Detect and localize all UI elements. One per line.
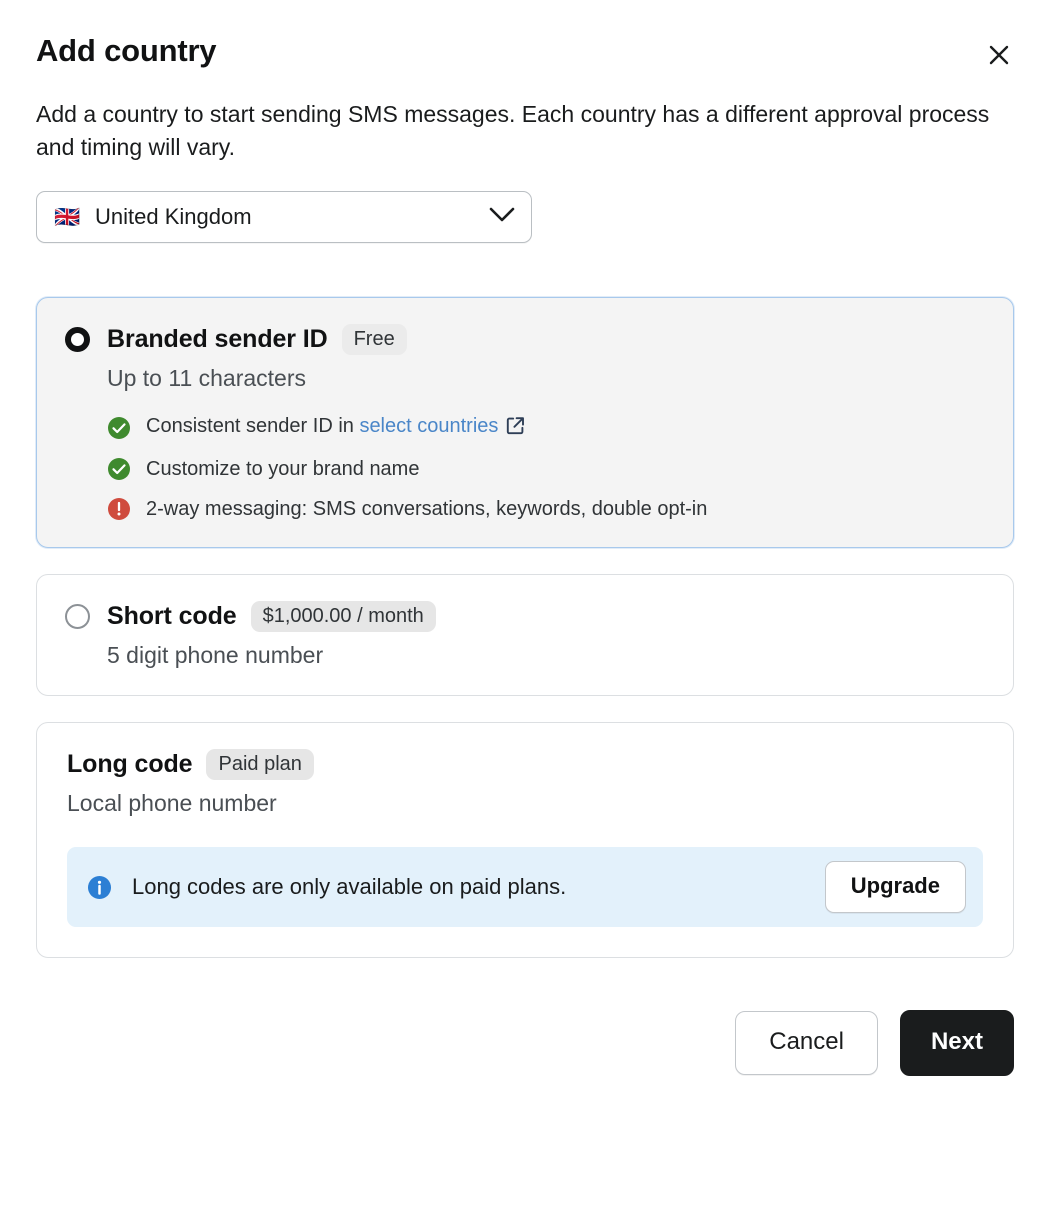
option-title: Branded sender ID bbox=[107, 325, 328, 354]
list-item: 2-way messaging: SMS conversations, keyw… bbox=[107, 497, 985, 521]
check-circle-icon bbox=[107, 457, 131, 481]
option-badge: Free bbox=[341, 324, 407, 356]
page-title: Add country bbox=[36, 33, 217, 68]
united-kingdom-flag-icon: 🇬🇧 bbox=[54, 205, 81, 229]
country-select[interactable]: 🇬🇧 United Kingdom bbox=[36, 191, 532, 244]
modal-description: Add a country to start sending SMS messa… bbox=[36, 101, 990, 160]
radio-short-code[interactable] bbox=[65, 604, 90, 630]
feature-text: Customize to your brand name bbox=[146, 458, 420, 481]
feature-list: Consistent sender ID in select countries bbox=[107, 414, 985, 521]
alert-circle-icon bbox=[107, 497, 131, 521]
check-circle-icon bbox=[107, 416, 131, 440]
modal-header: Add country bbox=[36, 33, 1016, 72]
option-subtitle: Local phone number bbox=[67, 790, 277, 817]
list-item: Customize to your brand name bbox=[107, 457, 985, 481]
option-title: Short code bbox=[107, 602, 237, 631]
option-subtitle: 5 digit phone number bbox=[107, 642, 324, 669]
add-country-modal: Add country Add a country to start sendi… bbox=[0, 0, 1050, 1224]
feature-text: Consistent sender ID in select countries bbox=[146, 414, 525, 441]
option-badge: Paid plan bbox=[206, 749, 314, 781]
chevron-down-icon bbox=[489, 207, 515, 228]
feature-text: 2-way messaging: SMS conversations, keyw… bbox=[146, 498, 708, 521]
option-header: Branded sender ID Free bbox=[65, 324, 985, 356]
close-icon bbox=[986, 42, 1012, 68]
option-card-branded-sender-id[interactable]: Branded sender ID Free Up to 11 characte… bbox=[36, 297, 1014, 549]
radio-branded-sender-id[interactable] bbox=[65, 327, 90, 353]
option-badge: $1,000.00 / month bbox=[250, 601, 436, 633]
feature-text-before: Consistent sender ID in bbox=[146, 415, 360, 438]
option-header: Short code $1,000.00 / month bbox=[65, 601, 985, 633]
paid-plan-info-banner: Long codes are only available on paid pl… bbox=[67, 847, 983, 928]
select-countries-link[interactable]: select countries bbox=[359, 415, 498, 437]
info-banner-text: Long codes are only available on paid pl… bbox=[132, 874, 567, 900]
upgrade-button[interactable]: Upgrade bbox=[824, 861, 966, 914]
option-subtitle: Up to 11 characters bbox=[107, 365, 307, 392]
external-link-icon[interactable] bbox=[506, 416, 525, 441]
list-item: Consistent sender ID in select countries bbox=[107, 414, 985, 441]
next-button[interactable]: Next bbox=[899, 1010, 1014, 1077]
close-button[interactable] bbox=[982, 38, 1016, 72]
cancel-button[interactable]: Cancel bbox=[735, 1011, 878, 1076]
option-header: Long code Paid plan bbox=[67, 749, 983, 781]
option-card-short-code[interactable]: Short code $1,000.00 / month 5 digit pho… bbox=[36, 574, 1014, 697]
option-title: Long code bbox=[67, 750, 193, 779]
option-card-long-code: Long code Paid plan Local phone number L… bbox=[36, 722, 1014, 959]
info-icon bbox=[87, 875, 112, 900]
country-select-value: United Kingdom bbox=[95, 204, 252, 230]
modal-footer: Cancel Next bbox=[36, 1010, 1014, 1077]
